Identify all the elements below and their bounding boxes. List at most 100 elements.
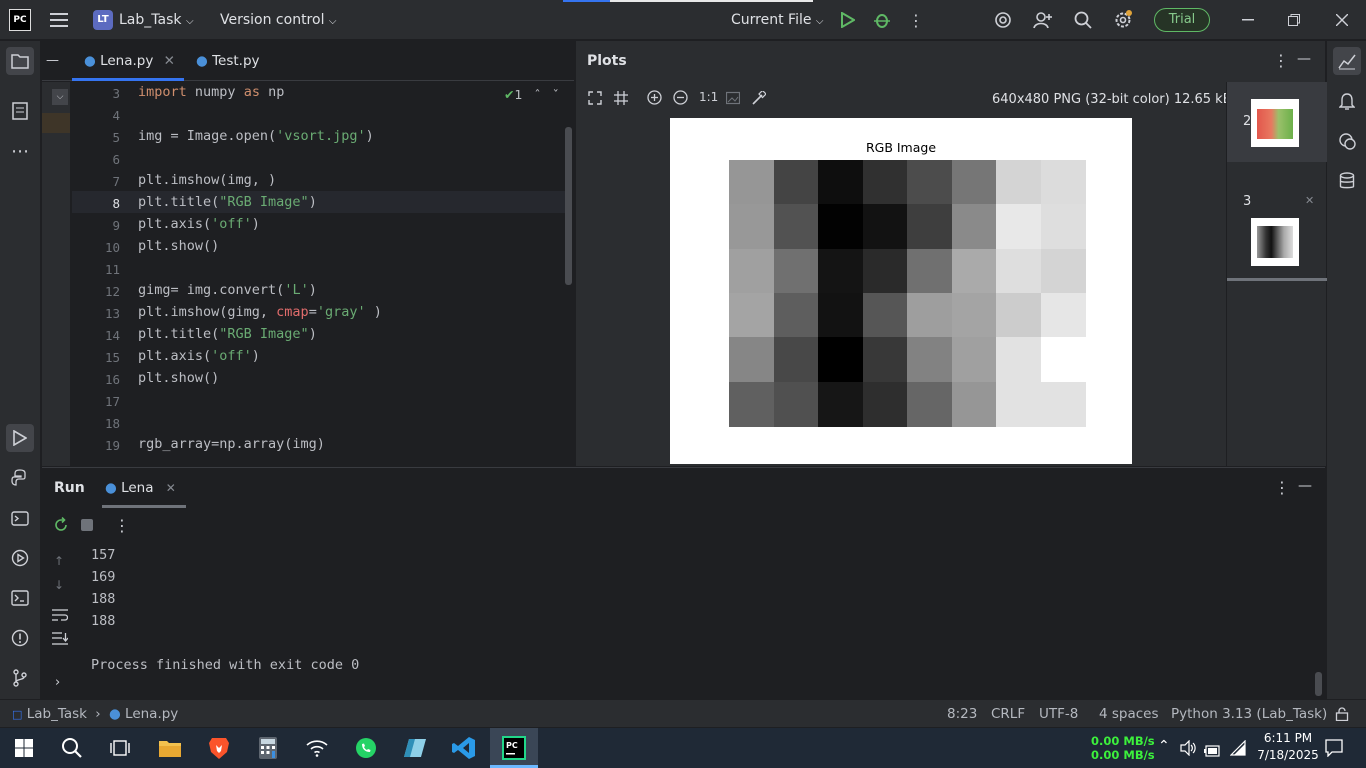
add-user-icon[interactable]: [1031, 8, 1055, 32]
code-line[interactable]: plt.title("RGB Image"): [138, 326, 317, 342]
whatsapp-icon[interactable]: [346, 732, 386, 764]
more-options-icon[interactable]: ⋮: [1273, 51, 1289, 70]
grid-icon[interactable]: [614, 90, 628, 109]
run-more-icon[interactable]: ⋮: [114, 516, 130, 535]
breadcrumb-project[interactable]: Lab_Task: [27, 706, 87, 722]
wifi-signal-icon[interactable]: [1229, 739, 1246, 760]
image-icon[interactable]: [725, 90, 741, 109]
code-line[interactable]: plt.title("RGB Image"): [138, 194, 317, 210]
chevron-up-icon[interactable]: ˆ: [534, 87, 540, 102]
gutter-collapse-icon[interactable]: ⌵: [52, 89, 68, 105]
breadcrumb-file[interactable]: Lena.py: [125, 706, 178, 722]
run-tool-window-icon[interactable]: [6, 424, 34, 452]
code-line[interactable]: gimg= img.convert('L'): [138, 282, 317, 298]
close-tab-icon[interactable]: ✕: [166, 481, 176, 495]
python-packages-icon[interactable]: [6, 464, 34, 492]
code-line[interactable]: plt.imshow(img, ): [138, 172, 276, 188]
fit-to-screen-icon[interactable]: [588, 90, 602, 109]
python-interpreter[interactable]: Python 3.13 (Lab_Task): [1171, 700, 1327, 728]
project-widget[interactable]: Lab_Task ⌵: [119, 0, 194, 40]
soft-wrap-icon[interactable]: [52, 606, 69, 625]
tab-lena-py[interactable]: ● Lena.py ✕: [84, 41, 175, 81]
database-icon[interactable]: [1333, 167, 1361, 195]
vscode-icon[interactable]: [444, 732, 484, 764]
line-separator[interactable]: CRLF: [991, 700, 1025, 728]
close-window-icon[interactable]: [1330, 8, 1354, 32]
hide-panel-icon[interactable]: —: [1298, 478, 1312, 494]
task-view-icon[interactable]: [100, 732, 140, 764]
zoom-out-icon[interactable]: [673, 90, 688, 109]
code-line[interactable]: rgb_array=np.array(img): [138, 436, 325, 452]
problems-icon[interactable]: [6, 624, 34, 652]
python-console-icon[interactable]: [6, 504, 34, 532]
vcs-widget[interactable]: Version control ⌵: [220, 0, 337, 40]
hamburger-menu-icon[interactable]: [47, 8, 71, 32]
services-icon[interactable]: [6, 544, 34, 572]
wifi-app-icon[interactable]: [297, 732, 337, 764]
battery-icon[interactable]: [1204, 742, 1220, 761]
close-thumbnail-icon[interactable]: ✕: [1305, 194, 1314, 207]
code-line[interactable]: plt.axis('off'): [138, 216, 260, 232]
stop-icon[interactable]: [81, 519, 93, 531]
debug-icon[interactable]: [870, 8, 894, 32]
indent-setting[interactable]: 4 spaces: [1099, 700, 1159, 728]
more-options-icon[interactable]: ⋮: [1274, 478, 1290, 497]
ai-assistant-icon[interactable]: [991, 8, 1015, 32]
run-tab[interactable]: Run: [54, 480, 85, 496]
structure-icon[interactable]: [6, 97, 34, 125]
zoom-in-icon[interactable]: [647, 90, 662, 109]
collapse-icon[interactable]: —: [46, 53, 59, 68]
search-icon[interactable]: [52, 732, 92, 764]
more-tool-windows-icon[interactable]: ⋯: [6, 137, 34, 165]
chevron-down-icon[interactable]: ˇ: [553, 87, 559, 102]
caret-position[interactable]: 8:23: [947, 700, 977, 728]
tab-test-py[interactable]: ● Test.py: [196, 41, 260, 81]
code-line[interactable]: plt.show(): [138, 238, 219, 254]
expand-chevron-icon[interactable]: ›: [55, 675, 60, 690]
action-center-icon[interactable]: [1325, 739, 1343, 761]
scroll-to-end-icon[interactable]: [52, 631, 69, 650]
calculator-icon[interactable]: [248, 732, 288, 764]
notifications-bell-icon[interactable]: [1333, 87, 1361, 115]
inspection-widget[interactable]: ✔1 ˆ ˇ: [504, 87, 559, 102]
color-picker-icon[interactable]: [752, 89, 767, 109]
console-scrollbar[interactable]: [1315, 672, 1322, 696]
close-tab-icon[interactable]: ✕: [164, 53, 175, 69]
clock-date[interactable]: 7/18/2025: [1254, 748, 1322, 762]
scroll-up-icon[interactable]: ↑: [54, 554, 64, 568]
restore-window-icon[interactable]: [1282, 8, 1306, 32]
rerun-icon[interactable]: [53, 516, 69, 537]
thumbnail-2[interactable]: 2: [1227, 82, 1327, 162]
scroll-down-icon[interactable]: ↓: [54, 578, 64, 592]
code-line[interactable]: plt.show(): [138, 370, 219, 386]
ai-chat-icon[interactable]: [1333, 127, 1361, 155]
more-actions-icon[interactable]: ⋮: [904, 8, 928, 32]
file-explorer-icon[interactable]: [150, 732, 190, 764]
run-config-tab[interactable]: ● Lena ✕: [105, 480, 176, 496]
trial-badge[interactable]: Trial: [1154, 8, 1210, 32]
hide-panel-icon[interactable]: —: [1297, 51, 1311, 67]
file-encoding[interactable]: UTF-8: [1039, 700, 1078, 728]
volume-icon[interactable]: [1180, 739, 1196, 760]
code-line[interactable]: import numpy as np: [138, 84, 284, 100]
show-hidden-icons-icon[interactable]: ⌃: [1158, 738, 1170, 754]
pycharm-icon[interactable]: PC: [494, 732, 534, 764]
code-line[interactable]: plt.axis('off'): [138, 348, 260, 364]
run-icon[interactable]: [836, 8, 860, 32]
clock-time[interactable]: 6:11 PM: [1262, 731, 1314, 745]
brave-browser-icon[interactable]: [199, 732, 239, 764]
settings-gear-icon[interactable]: [1111, 8, 1135, 32]
read-only-toggle-icon[interactable]: [1335, 707, 1349, 725]
plot-image[interactable]: RGB Image: [670, 118, 1132, 464]
windows-start-icon[interactable]: [4, 732, 44, 764]
code-line[interactable]: plt.imshow(gimg, cmap='gray' ): [138, 304, 382, 320]
app-icon[interactable]: [395, 732, 435, 764]
terminal-icon[interactable]: [6, 584, 34, 612]
search-icon[interactable]: [1071, 8, 1095, 32]
run-config-selector[interactable]: Current File ⌵: [731, 0, 824, 40]
editor-scrollbar[interactable]: [565, 127, 572, 285]
git-branch-icon[interactable]: [6, 664, 34, 692]
minimize-window-icon[interactable]: [1236, 8, 1260, 32]
actual-size-button[interactable]: 1:1: [699, 90, 718, 104]
plots-tool-icon[interactable]: [1333, 47, 1361, 75]
